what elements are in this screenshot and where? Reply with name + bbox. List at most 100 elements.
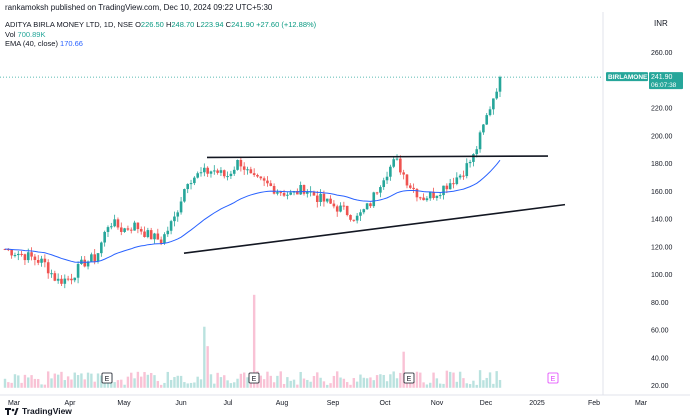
candle-body — [30, 252, 33, 257]
volume-bar — [216, 372, 219, 388]
volume-bar — [369, 377, 372, 388]
candle-body — [156, 233, 160, 240]
volume-bar — [242, 372, 246, 388]
volume-bar — [233, 382, 236, 388]
volume-bar — [93, 381, 96, 388]
candle-body — [159, 239, 163, 244]
candle-body — [219, 170, 223, 173]
candle-body — [389, 166, 392, 177]
volume-bar — [442, 383, 445, 388]
volume-bar — [336, 371, 339, 388]
candle-body — [143, 231, 146, 238]
candle-body — [262, 178, 266, 181]
candle-body — [342, 205, 346, 207]
resistance-trendline[interactable] — [206, 155, 549, 159]
candle-body — [365, 203, 369, 210]
candle-body — [70, 278, 73, 281]
candle-body — [119, 227, 123, 232]
candle-body — [26, 252, 30, 261]
volume-bar — [475, 384, 478, 388]
candle-body — [216, 170, 219, 173]
candle-body — [302, 185, 306, 194]
candle-body — [13, 255, 17, 257]
volume-bar — [7, 382, 10, 388]
candle-body — [488, 109, 492, 116]
candle-body — [189, 183, 193, 185]
price-tag-value: 241.90 — [651, 74, 673, 81]
candle-body — [123, 228, 126, 232]
candle-body — [232, 169, 236, 174]
symbol-tag-label: BIRLAMONEY — [608, 74, 652, 81]
candle-body — [149, 230, 153, 240]
volume-bar — [379, 374, 382, 388]
candle-body — [286, 194, 289, 196]
volume-bar — [292, 379, 296, 388]
volume-bar — [123, 384, 126, 388]
candle-body — [222, 170, 226, 177]
candle-body — [209, 171, 213, 174]
candle-body — [349, 215, 352, 220]
candle-body — [193, 177, 196, 184]
volume-bar — [492, 383, 495, 388]
x-tick-label: May — [117, 400, 131, 407]
y-tick-label: 120.00 — [651, 244, 673, 251]
candle-body — [445, 185, 449, 190]
candle-body — [276, 192, 279, 194]
tradingview-icon — [5, 407, 19, 415]
candle-body — [226, 176, 229, 178]
volume-bar — [279, 371, 282, 388]
candle-body — [179, 201, 183, 213]
candle-body — [106, 227, 110, 232]
candle-body — [186, 184, 190, 190]
candle-body — [418, 197, 422, 199]
volume-bar — [163, 382, 166, 388]
candle-body — [196, 173, 199, 178]
candle-body — [282, 193, 286, 196]
volume-bar — [319, 377, 322, 388]
volume-bar — [76, 375, 80, 388]
volume-bar — [375, 375, 379, 388]
volume-bar — [183, 382, 186, 388]
volume-bar — [86, 372, 90, 388]
candle-body — [478, 132, 482, 150]
x-tick-label: Jun — [175, 400, 186, 407]
volume-bar — [286, 377, 289, 388]
candle-body — [379, 187, 382, 193]
candle-body — [206, 167, 209, 174]
candle-body — [339, 205, 342, 212]
volume-bar — [329, 383, 332, 388]
candle-body — [472, 154, 475, 162]
volume-bar — [73, 372, 76, 388]
candle-body — [359, 212, 362, 216]
volume-bar — [133, 378, 136, 388]
volume-bar — [276, 375, 279, 388]
support-trendline[interactable] — [183, 203, 566, 254]
volume-bar — [445, 370, 449, 388]
volume-bar — [30, 375, 33, 388]
candle-body — [369, 203, 372, 207]
tradingview-logo[interactable]: TradingView — [5, 406, 72, 416]
volume-bar — [392, 371, 395, 388]
candle-body — [46, 262, 50, 274]
candle-body — [468, 161, 472, 164]
candle-body — [352, 219, 356, 221]
candle-body — [335, 206, 339, 212]
volume-bar — [63, 380, 66, 388]
volume-bar — [472, 380, 475, 388]
x-tick-label: Sep — [327, 400, 340, 407]
price-chart[interactable]: 20.00 40.00 60.00 80.00 100.00 120.00 140.00 16… — [0, 0, 690, 420]
volume-bar — [362, 377, 365, 388]
candle-body — [448, 183, 452, 190]
y-tick-label: 80.00 — [651, 300, 669, 307]
y-tick-label: 180.00 — [651, 161, 673, 168]
volume-bar — [236, 378, 239, 388]
candle-body — [36, 259, 40, 263]
candle-body — [53, 273, 57, 281]
candle-body — [452, 183, 455, 185]
volume-bar — [209, 374, 213, 388]
volume-bar — [269, 375, 272, 388]
ema-line — [4, 159, 501, 263]
volume-bar — [289, 380, 292, 388]
candle-body — [43, 258, 47, 263]
volume-bar — [27, 377, 30, 388]
